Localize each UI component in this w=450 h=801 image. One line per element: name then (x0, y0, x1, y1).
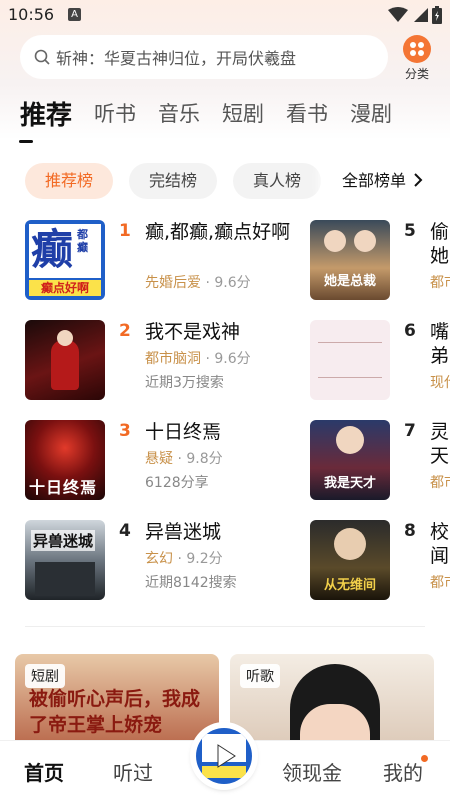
book-meta: 玄幻 · 9.2分 (145, 548, 223, 568)
rank-item[interactable]: 十日终焉 3 十日终焉 悬疑 · 9.8分 6128分享 (25, 420, 325, 500)
rank-number: 1 (119, 221, 131, 241)
category-icon (403, 35, 431, 63)
book-genre: 玄幻 (145, 551, 173, 567)
book-score: · 9.6分 (201, 275, 251, 291)
ranking-chips: 推荐榜 完结榜 真人榜 (25, 163, 322, 199)
book-meta: 都市脑洞 · 9.6分 (145, 348, 251, 368)
status-time: 10:56 (8, 5, 55, 24)
book-title: 偷她 (430, 221, 450, 267)
book-cover: 从无维间 (310, 520, 390, 600)
book-score: · 9.6分 (201, 351, 251, 367)
book-title: 癫,都癫,癫点好啊 (145, 221, 291, 243)
signal-icon (414, 8, 428, 22)
book-genre: 悬疑 (145, 451, 173, 467)
book-stat: 6128分享 (145, 475, 209, 491)
battery-icon (432, 6, 442, 24)
cover-title: 我是天才 (323, 476, 376, 491)
rank-number: 2 (119, 321, 131, 341)
book-genre: 都市 (430, 275, 450, 291)
rank-item[interactable]: 异兽迷城 4 异兽迷城 玄幻 · 9.2分 近期8142搜索 (25, 520, 325, 600)
search-icon (34, 49, 50, 65)
book-cover: 癫 都癫 癫点好啊 (25, 220, 105, 300)
card-tag: 听歌 (240, 664, 280, 688)
book-meta: 悬疑 · 9.8分 (145, 448, 223, 468)
book-cover: 我是天才 (310, 420, 390, 500)
book-cover: 她是总裁 (310, 220, 390, 300)
cover-title: 十日终焉 (29, 478, 98, 497)
tab-recommend[interactable]: 推荐 (20, 95, 72, 132)
nav-history[interactable]: 听过 (113, 757, 153, 786)
chip-recommend-rank[interactable]: 推荐榜 (25, 163, 114, 199)
nav-home[interactable]: 首页 (24, 757, 64, 786)
rank-item[interactable]: 6 嘴弟 现代 (310, 320, 450, 400)
book-cover: 十日终焉 (25, 420, 105, 500)
book-title: 我不是戏神 (145, 321, 241, 343)
mini-player-button[interactable] (193, 725, 255, 787)
book-cover (25, 320, 105, 400)
book-meta: 先婚后爱 · 9.6分 (145, 272, 251, 292)
cover-subtitle: 都癫 (77, 228, 88, 254)
chevron-right-icon (414, 173, 423, 187)
rank-number: 5 (404, 221, 416, 241)
cover-title: 异兽迷城 (31, 530, 96, 551)
book-genre: 先婚后爱 (145, 275, 201, 291)
book-title: 灵天 (430, 421, 450, 467)
rank-item[interactable]: 从无维间 8 校闻 都市 (310, 520, 450, 600)
rank-number: 4 (119, 521, 131, 541)
tab-read[interactable]: 看书 (286, 98, 328, 132)
top-tabs: 推荐 听书 音乐 短剧 看书 漫剧 (20, 98, 414, 132)
book-cover: 异兽迷城 (25, 520, 105, 600)
play-icon (217, 744, 236, 768)
notification-dot (421, 755, 428, 762)
rank-item[interactable]: 她是总裁 5 偷她 都市 (310, 220, 450, 300)
book-title: 异兽迷城 (145, 521, 222, 543)
book-stat: 近期8142搜索 (145, 575, 237, 591)
chip-finished-rank[interactable]: 完结榜 (129, 163, 218, 199)
rank-number: 8 (404, 521, 416, 541)
rank-number: 7 (404, 421, 416, 441)
tab-short-drama[interactable]: 短剧 (222, 98, 264, 132)
rank-item[interactable]: 2 我不是戏神 都市脑洞 · 9.6分 近期3万搜索 (25, 320, 325, 400)
tab-comic-drama[interactable]: 漫剧 (350, 98, 392, 132)
card-title: 被偷听心声后，我成了帝王掌上娇宠 (29, 688, 201, 736)
book-cover (310, 320, 390, 400)
notification-a-icon: A (68, 8, 81, 21)
book-genre: 都市 (430, 575, 450, 591)
nav-earn-cash[interactable]: 领现金 (282, 757, 342, 786)
status-icons (388, 6, 442, 24)
book-genre: 现代 (430, 375, 450, 391)
rank-item[interactable]: 我是天才 7 灵天 都市 (310, 420, 450, 500)
book-stat: 近期3万搜索 (145, 375, 224, 391)
book-score: · 9.2分 (173, 551, 223, 567)
tab-active-indicator (19, 140, 33, 143)
tab-music[interactable]: 音乐 (158, 98, 200, 132)
rank-number: 6 (404, 321, 416, 341)
cover-title: 癫 (31, 225, 74, 274)
cover-title: 她是总裁 (323, 274, 376, 289)
rank-item[interactable]: 癫 都癫 癫点好啊 1 癫,都癫,癫点好啊 先婚后爱 · 9.6分 (25, 220, 325, 300)
category-button[interactable]: 分类 (400, 35, 434, 82)
book-genre: 都市脑洞 (145, 351, 201, 367)
category-label: 分类 (404, 67, 429, 81)
card-tag: 短剧 (25, 664, 65, 688)
search-placeholder: 斩神：华夏古神归位，开局伏羲盘 (56, 49, 297, 68)
book-genre: 都市 (430, 475, 450, 491)
status-bar: 10:56 A (0, 0, 450, 30)
nav-profile[interactable]: 我的 (383, 757, 423, 786)
cover-title: 从无维间 (323, 578, 376, 593)
wifi-icon (388, 7, 408, 22)
rank-number: 3 (119, 421, 131, 441)
book-title: 十日终焉 (145, 421, 222, 443)
cover-banner: 癫点好啊 (29, 280, 101, 296)
section-divider (25, 626, 425, 627)
all-rankings-label: 全部榜单 (342, 171, 407, 190)
tab-listen[interactable]: 听书 (94, 98, 136, 132)
all-rankings-link[interactable]: 全部榜单 (330, 163, 450, 199)
book-title: 校闻 (430, 521, 450, 567)
book-score: · 9.8分 (173, 451, 223, 467)
search-input[interactable]: 斩神：华夏古神归位，开局伏羲盘 (20, 35, 388, 79)
book-title: 嘴弟 (430, 321, 450, 367)
chip-real-voice-rank[interactable]: 真人榜 (233, 163, 322, 199)
